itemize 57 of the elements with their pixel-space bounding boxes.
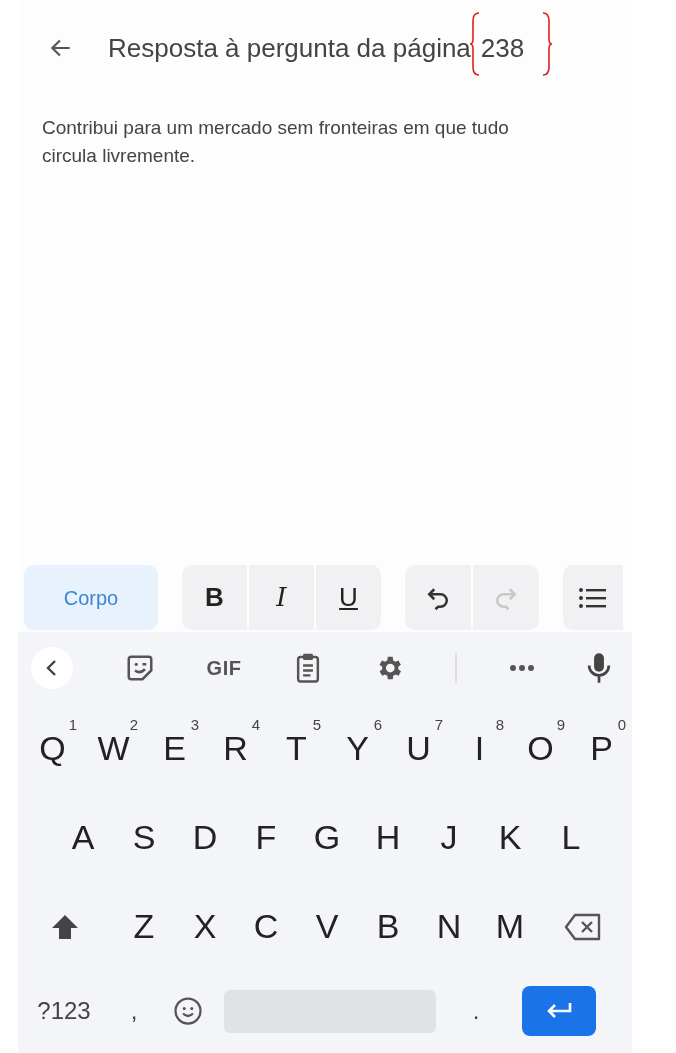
key[interactable]: V [296,891,358,962]
key[interactable]: O 9 [510,713,571,784]
more-icon[interactable] [508,664,535,672]
bold-button[interactable]: B [182,565,247,630]
key[interactable]: , [108,986,160,1036]
key[interactable]: S [113,802,175,873]
page-number: 238 [479,32,526,63]
key[interactable]: X [174,891,236,962]
key[interactable]: . [450,986,502,1036]
gif-button[interactable]: GIF [206,653,242,683]
key-hint: 9 [556,714,565,735]
symbols-key[interactable]: ?123 [26,986,102,1036]
key-hint: 3 [190,714,199,735]
enter-key[interactable] [522,986,596,1036]
sticker-icon[interactable] [125,653,156,683]
key[interactable]: R 4 [205,713,266,784]
key-hint: 5 [312,714,321,735]
key-hint: 4 [251,714,260,735]
key[interactable]: D [174,802,236,873]
key[interactable]: G [296,802,358,873]
bullet-list-button[interactable] [563,565,623,630]
key[interactable]: Q 1 [22,713,83,784]
key[interactable]: J [418,802,480,873]
key[interactable]: E 3 [144,713,205,784]
key-hint: 7 [434,714,443,735]
key[interactable]: W 2 [83,713,144,784]
shift-arrow-icon [50,913,79,940]
underline-button[interactable]: U [316,565,381,630]
microphone-icon[interactable] [585,652,612,684]
key-hint: 6 [373,714,382,735]
backspace-icon [564,912,603,941]
key[interactable]: C [235,891,297,962]
key-hint: 2 [129,714,138,735]
list-icon [578,585,608,610]
key[interactable]: I 8 [449,713,510,784]
key[interactable]: P 0 [571,713,632,784]
smiley-icon [173,996,203,1026]
key[interactable]: A [52,802,114,873]
key-hint: 0 [617,714,626,735]
key[interactable]: L [540,802,602,873]
key[interactable]: T 5 [266,713,327,784]
key-hint: 8 [495,714,504,735]
key[interactable]: N [418,891,480,962]
answer-text: Contribui para um mercado sem fronteiras em que tudo circula livremente. [42,116,510,168]
key-hint: 1 [68,714,77,735]
key[interactable]: F [235,802,297,873]
page-title: Resposta à pergunta da página [108,31,471,65]
key[interactable]: M [479,891,541,962]
undo-button[interactable] [405,565,471,630]
key[interactable]: Z [113,891,175,962]
key[interactable]: U 7 [388,713,449,784]
italic-button[interactable]: I [249,565,314,630]
key[interactable]: K [479,802,541,873]
key[interactable]: H [357,802,419,873]
collapse-button[interactable] [30,646,74,690]
key[interactable]: B [357,891,419,962]
key[interactable]: Y 6 [327,713,388,784]
